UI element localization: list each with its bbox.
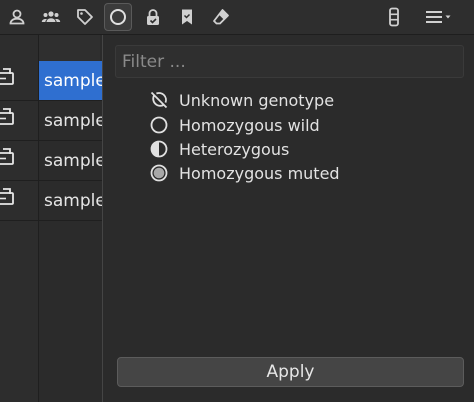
eraser-icon[interactable] [207,3,235,31]
option-label: Heterozygous [179,139,290,159]
sample-row[interactable]: sample [39,61,102,101]
homozygous-muted-icon [150,164,168,182]
unknown-genotype-icon [150,91,168,109]
heterozygous-icon [150,140,168,158]
lock-icon[interactable] [139,3,167,31]
circle-icon[interactable] [104,3,132,31]
sample-row[interactable]: sample [39,181,102,221]
option-label: Homozygous wild [179,115,320,135]
unlock-icon[interactable] [0,61,38,101]
toolbar [0,0,474,35]
option-unknown-genotype[interactable]: Unknown genotype [149,88,334,112]
option-label: Homozygous muted [179,163,340,183]
sample-row[interactable]: sample [39,101,102,141]
option-homozygous-wild[interactable]: Homozygous wild [149,113,320,137]
user-icon[interactable] [3,3,31,31]
unlock-icon[interactable] [0,141,38,181]
option-homozygous-muted[interactable]: Homozygous muted [149,161,340,185]
homozygous-wild-icon [150,116,168,134]
bookmark-icon[interactable] [173,3,201,31]
menu-icon[interactable] [418,3,458,31]
unlock-icon[interactable] [0,101,38,141]
apply-button[interactable]: Apply [117,357,464,387]
columns-icon[interactable] [380,3,408,31]
option-label: Unknown genotype [179,90,335,110]
unlock-icon[interactable] [0,181,38,221]
sample-row[interactable]: sample [39,141,102,181]
filter-input[interactable] [115,45,464,78]
group-icon[interactable] [37,3,65,31]
option-heterozygous[interactable]: Heterozygous [149,137,289,161]
genotype-filter-popup: Unknown genotype Homozygous wild Heteroz… [102,35,474,402]
tag-icon[interactable] [71,3,99,31]
